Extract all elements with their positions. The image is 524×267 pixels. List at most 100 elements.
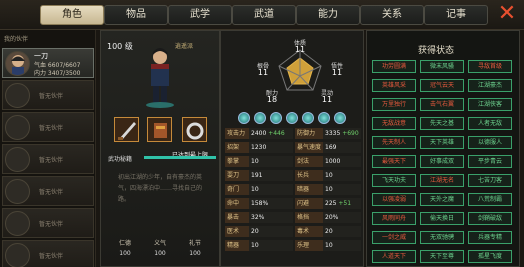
stat-label: 招架 bbox=[225, 142, 249, 153]
status-badge[interactable]: 偷天换日 bbox=[420, 212, 464, 225]
status-badge[interactable]: 天下至尊 bbox=[420, 250, 464, 263]
status-badge[interactable]: 功劳圆满 bbox=[372, 60, 416, 73]
avatar bbox=[5, 51, 30, 76]
stat-label: 暴气速度 bbox=[295, 142, 323, 153]
stat-row: 奇门 10 暗器 10 bbox=[225, 184, 361, 196]
tab-abilities[interactable]: 能力 bbox=[296, 5, 360, 25]
radar-value-top: 11 bbox=[294, 45, 306, 54]
gem-slot-icon[interactable] bbox=[318, 112, 330, 124]
stat-value: 10 bbox=[249, 156, 293, 167]
status-badge[interactable]: 微末风骚 bbox=[420, 60, 464, 73]
stat-value: 20% bbox=[323, 212, 361, 223]
close-icon[interactable]: ✕ bbox=[496, 3, 518, 25]
avatar-placeholder-icon bbox=[5, 211, 30, 236]
character-level: 100 级 bbox=[107, 42, 133, 51]
stat-value: 10 bbox=[249, 184, 293, 195]
stat-value: 10 bbox=[323, 184, 361, 195]
status-badge[interactable]: 人道天下 bbox=[372, 250, 416, 263]
gem-slot-icon[interactable] bbox=[286, 112, 298, 124]
empty-label: 暂无伙伴 bbox=[39, 93, 64, 100]
status-badge[interactable]: 冠气云天 bbox=[420, 79, 464, 92]
status-badge[interactable]: 风雨同舟 bbox=[372, 212, 416, 225]
status-badge[interactable]: 七苦刀客 bbox=[468, 174, 512, 187]
stat-row: 命中 158% 闪避 225 +51 bbox=[225, 198, 361, 210]
status-badge[interactable]: 天外之魔 bbox=[420, 193, 464, 206]
status-badge[interactable]: 天下英雄 bbox=[420, 136, 464, 149]
stat-label: 精器 bbox=[225, 240, 249, 251]
stat-value: 169 bbox=[323, 142, 361, 153]
status-badge[interactable]: 平步青云 bbox=[468, 155, 512, 168]
status-badge[interactable]: 击气右翼 bbox=[420, 98, 464, 111]
roster-empty-slot[interactable]: 暂无伙伴 bbox=[2, 80, 94, 110]
stat-label: 格挡 bbox=[295, 212, 323, 223]
attr-value: 100 bbox=[119, 250, 131, 257]
attr-label: 义气 bbox=[153, 240, 166, 247]
stat-value: 10 bbox=[249, 240, 293, 251]
attr-label: 仁德 bbox=[118, 240, 131, 247]
roster-empty-slot[interactable]: 暂无伙伴 bbox=[2, 144, 94, 174]
gem-slot-icon[interactable] bbox=[238, 112, 250, 124]
stat-row: 拳掌 10 剑法 1000 bbox=[225, 156, 361, 168]
status-badge[interactable]: 人者无敌 bbox=[468, 117, 512, 130]
gem-slot-icon[interactable] bbox=[254, 112, 266, 124]
gem-slot-icon[interactable] bbox=[270, 112, 282, 124]
status-badge[interactable]: 一剑之威 bbox=[372, 231, 416, 244]
skill-slot-accessory-icon[interactable] bbox=[182, 117, 207, 142]
status-badge[interactable]: 先天之基 bbox=[420, 117, 464, 130]
stat-label: 拳掌 bbox=[225, 156, 249, 167]
roster-empty-slot[interactable]: 暂无伙伴 bbox=[2, 176, 94, 206]
avatar-placeholder-icon bbox=[5, 115, 30, 140]
stat-label: 闪避 bbox=[295, 198, 323, 209]
status-badge[interactable]: 江湖豪杰 bbox=[468, 79, 512, 92]
stat-value: 20 bbox=[249, 226, 293, 237]
skill-slot-blade-icon[interactable] bbox=[114, 117, 139, 142]
radar-value-bottom-left: 18 bbox=[266, 95, 278, 104]
status-badge[interactable]: 无双驰骋 bbox=[420, 231, 464, 244]
status-badge[interactable]: 以德服人 bbox=[468, 136, 512, 149]
gem-slot-icon[interactable] bbox=[302, 112, 314, 124]
tab-martial-way[interactable]: 武道 bbox=[232, 5, 296, 25]
roster-empty-slot[interactable]: 暂无伙伴 bbox=[2, 208, 94, 238]
status-badge[interactable]: 八荒制霸 bbox=[468, 193, 512, 206]
tab-martial-arts[interactable]: 武学 bbox=[168, 5, 232, 25]
status-badge[interactable]: 先天制人 bbox=[372, 136, 416, 149]
roster-member-active[interactable]: 一刀 气血 6607/6607 内力 3407/3500 bbox=[2, 48, 94, 78]
status-badge[interactable]: 孤星飞度 bbox=[468, 250, 512, 263]
tab-journal[interactable]: 记事 bbox=[424, 5, 488, 25]
gem-slot-icon[interactable] bbox=[334, 112, 346, 124]
roster-empty-slot[interactable]: 暂无伙伴 bbox=[2, 112, 94, 142]
status-badge[interactable]: 江湖无名 bbox=[420, 174, 464, 187]
tab-relations[interactable]: 关系 bbox=[360, 5, 424, 25]
status-badge[interactable]: 寻敌首级 bbox=[468, 60, 512, 73]
status-badge[interactable]: 无敌战意 bbox=[372, 117, 416, 130]
status-badge[interactable]: 万里独行 bbox=[372, 98, 416, 111]
status-badge[interactable]: 最强天下 bbox=[372, 155, 416, 168]
stat-label: 命中 bbox=[225, 198, 249, 209]
tab-character[interactable]: 角色 bbox=[40, 5, 104, 25]
status-badge[interactable]: 兵器专精 bbox=[468, 231, 512, 244]
attr-label: 礼节 bbox=[188, 240, 201, 247]
empty-label: 暂无伙伴 bbox=[39, 221, 64, 228]
status-badge[interactable]: 好事成双 bbox=[420, 155, 464, 168]
stat-label: 暴击 bbox=[225, 212, 249, 223]
skill-slot-armor-icon[interactable] bbox=[147, 117, 172, 142]
stat-label: 长兵 bbox=[295, 170, 323, 181]
status-badge[interactable]: 剑鞘破敌 bbox=[468, 212, 512, 225]
skill-label: 武功秘籍 bbox=[108, 156, 133, 163]
roster-empty-slot[interactable]: 暂无伙伴 bbox=[2, 240, 94, 267]
tab-items[interactable]: 物品 bbox=[104, 5, 168, 25]
member-mp: 内力 3407/3500 bbox=[34, 70, 81, 77]
status-badge[interactable]: 江湖侠客 bbox=[468, 98, 512, 111]
stat-label: 医术 bbox=[225, 226, 249, 237]
stat-value: 225 +51 bbox=[323, 198, 361, 209]
stat-label: 攻击力 bbox=[225, 128, 249, 139]
status-badge[interactable]: 以强凌弱 bbox=[372, 193, 416, 206]
empty-label: 暂无伙伴 bbox=[39, 125, 64, 132]
stat-value: 191 bbox=[249, 170, 293, 181]
stat-label: 毒术 bbox=[295, 226, 323, 237]
status-badge[interactable]: 飞天功夫 bbox=[372, 174, 416, 187]
stat-label: 奇门 bbox=[225, 184, 249, 195]
roster-title: 我的伙伴 bbox=[4, 36, 29, 43]
status-badge[interactable]: 英雄风采 bbox=[372, 79, 416, 92]
stat-row: 暴击 32% 格挡 20% bbox=[225, 212, 361, 224]
